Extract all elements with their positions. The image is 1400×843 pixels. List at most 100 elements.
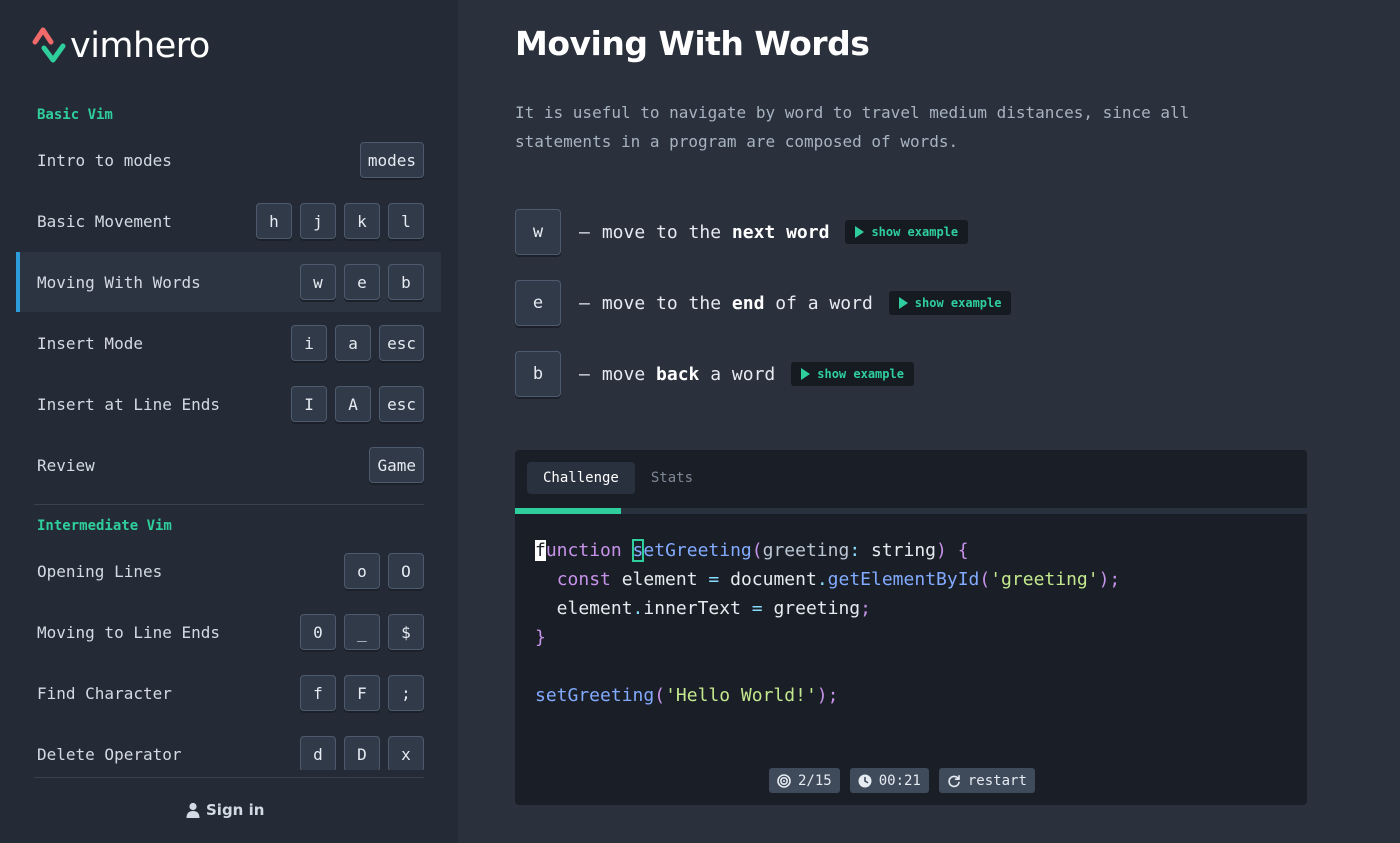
nav-item-opening-lines[interactable]: Opening Lines o O [16,541,441,601]
command-description-bold: end [731,292,765,314]
play-icon [898,297,908,309]
nav-item-label: Delete Operator [37,744,182,764]
key-badge: Game [369,447,424,483]
code-line-6: setGreeting('Hello World!'); [535,685,839,706]
nav-item-label: Opening Lines [37,561,163,581]
challenge-tabs: Challenge Stats [527,462,709,494]
tab-challenge[interactable]: Challenge [527,462,635,494]
show-example-button[interactable]: show example [791,362,914,386]
code-editor[interactable]: function setGreeting(greeting: string) {… [535,536,1120,710]
key-badge: e [344,264,380,300]
sign-in-button[interactable]: Sign in [186,801,264,819]
command-description-bold: next word [731,221,830,243]
lesson-intro: It is useful to navigate by word to trav… [515,103,1190,151]
key-badge: d [300,736,336,770]
nav-item-find-character[interactable]: Find Character f F ; [16,663,441,723]
key-badge: x [388,736,424,770]
command-dash: – [579,221,590,243]
nav-item-insert-mode[interactable]: Insert Mode i a esc [16,313,441,373]
nav-item-delete-operator[interactable]: Delete Operator d D x [16,724,441,770]
nav-item-moving-to-line-ends[interactable]: Moving to Line Ends 0 _ $ [16,602,441,662]
page-title: Moving With Words [515,24,870,63]
command-row-b: b – move back a word show example [515,351,914,397]
nav-item-intro-to-modes[interactable]: Intro to modes modes [16,130,441,190]
show-example-button[interactable]: show example [888,291,1012,315]
logo[interactable]: vimhero [32,26,210,66]
nav-item-basic-movement[interactable]: Basic Movement h j k l [16,191,441,251]
key-badge: _ [344,614,380,650]
lesson-nav: Basic Vim Intro to modes modes Basic Mov… [0,95,458,770]
code-line-2: const element = document.getElementById(… [556,569,1121,590]
nav-item-moving-with-words[interactable]: Moving With Words w e b [16,252,441,312]
section-title-intermediate: Intermediate Vim [37,518,172,534]
command-description-text: move to the [601,221,732,243]
code-line-1: function setGreeting(greeting: string) { [535,539,969,562]
play-icon [801,368,811,380]
nav-item-label: Basic Movement [37,211,172,231]
key-badge: w [300,264,336,300]
key-badge: h [256,203,292,239]
nav-item-label: Find Character [37,683,172,703]
key-badge: I [291,386,328,422]
command-row-w: w – move to the next word show example [515,209,969,255]
nav-item-label: Review [37,455,95,475]
sign-in-label: Sign in [206,801,265,819]
tab-stats[interactable]: Stats [635,462,709,494]
progress-bar [515,508,1307,514]
nav-item-label: Insert at Line Ends [37,394,221,414]
command-description-text: a word [699,363,776,385]
timer-value: 00:21 [878,772,921,789]
code-line-4: } [535,627,546,648]
nav-item-insert-at-line-ends[interactable]: Insert at Line Ends I A esc [16,374,441,434]
sidebar: vimhero Basic Vim Intro to modes modes B… [0,0,458,843]
key-badge: A [335,386,372,422]
nav-item-label: Moving to Line Ends [37,622,221,642]
progress-fill [515,508,621,514]
code-line-3: element.innerText = greeting; [535,598,871,619]
lesson-content: Moving With Words It is useful to naviga… [458,0,1400,843]
target-icon [777,773,791,788]
section-divider [34,504,424,505]
nav-item-label: Insert Mode [37,333,143,353]
command-key: b [515,351,561,397]
command-description-text: of a word [764,292,873,314]
code-token: etGreeting [643,540,752,561]
command-description-text: move to the [601,292,732,314]
key-badge: k [344,203,380,239]
refresh-icon [948,774,960,787]
key-badge: l [388,203,424,239]
challenge-stats: 2/15 00:21 restart [769,768,1035,793]
command-description: move to the end of a word [602,293,873,314]
show-example-label: show example [817,367,904,381]
key-badge: o [344,553,380,589]
nav-item-review[interactable]: Review Game [16,435,441,495]
key-badge: j [300,203,336,239]
vimhero-logo-icon [32,27,66,63]
command-key: e [515,280,561,326]
target-char: s [631,539,645,562]
key-badge: esc [379,386,424,422]
command-row-e: e – move to the end of a word show examp… [515,280,1012,326]
clock-icon [858,774,872,787]
code-token: unction [545,540,622,561]
cursor-char: f [535,540,546,561]
key-badge: D [344,736,380,770]
key-badge: f [300,675,336,711]
key-badge: modes [359,142,424,178]
sidebar-footer: Sign in [0,777,458,843]
key-badge: b [388,264,424,300]
command-description-text: move [601,363,657,385]
footer-divider [34,777,424,778]
key-badge: F [344,675,380,711]
show-example-label: show example [871,225,959,239]
key-badge: O [388,553,424,589]
timer: 00:21 [849,768,929,793]
show-example-label: show example [914,296,1002,310]
restart-button[interactable]: restart [938,768,1035,793]
command-key: w [515,209,561,255]
command-description: move back a word [602,364,775,385]
key-badge: esc [379,325,424,361]
targets-value: 2/15 [798,772,832,789]
show-example-button[interactable]: show example [845,220,969,244]
